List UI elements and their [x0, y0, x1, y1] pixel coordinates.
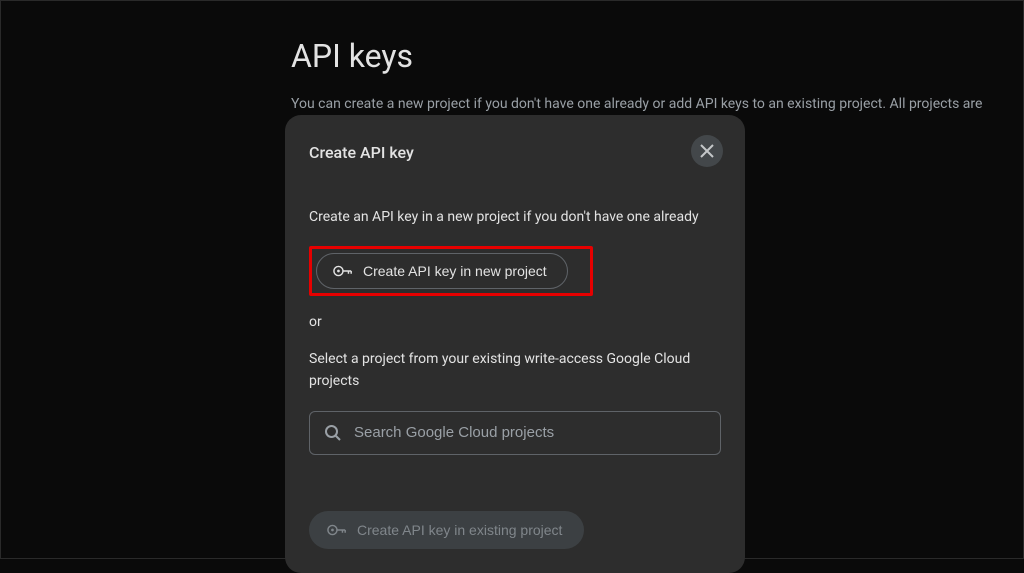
create-key-existing-project-button[interactable]: Create API key in existing project — [309, 511, 584, 549]
create-api-key-modal: Create API key Create an API key in a ne… — [285, 115, 745, 573]
new-project-instruction: Create an API key in a new project if yo… — [309, 207, 721, 228]
modal-overlay: Create API key Create an API key in a ne… — [1, 1, 1023, 558]
key-icon — [327, 523, 347, 537]
key-icon — [333, 264, 353, 278]
search-icon — [324, 424, 342, 442]
create-key-new-project-button[interactable]: Create API key in new project — [316, 253, 568, 289]
modal-title: Create API key — [309, 143, 414, 162]
new-project-button-label: Create API key in new project — [363, 263, 547, 279]
search-projects-input[interactable] — [354, 424, 706, 441]
search-projects-field[interactable] — [309, 411, 721, 455]
existing-project-instruction: Select a project from your existing writ… — [309, 348, 709, 393]
close-icon — [699, 143, 715, 159]
close-button[interactable] — [691, 135, 723, 167]
existing-project-button-label: Create API key in existing project — [357, 522, 562, 538]
highlight-annotation: Create API key in new project — [309, 246, 593, 296]
or-separator: or — [309, 314, 721, 330]
